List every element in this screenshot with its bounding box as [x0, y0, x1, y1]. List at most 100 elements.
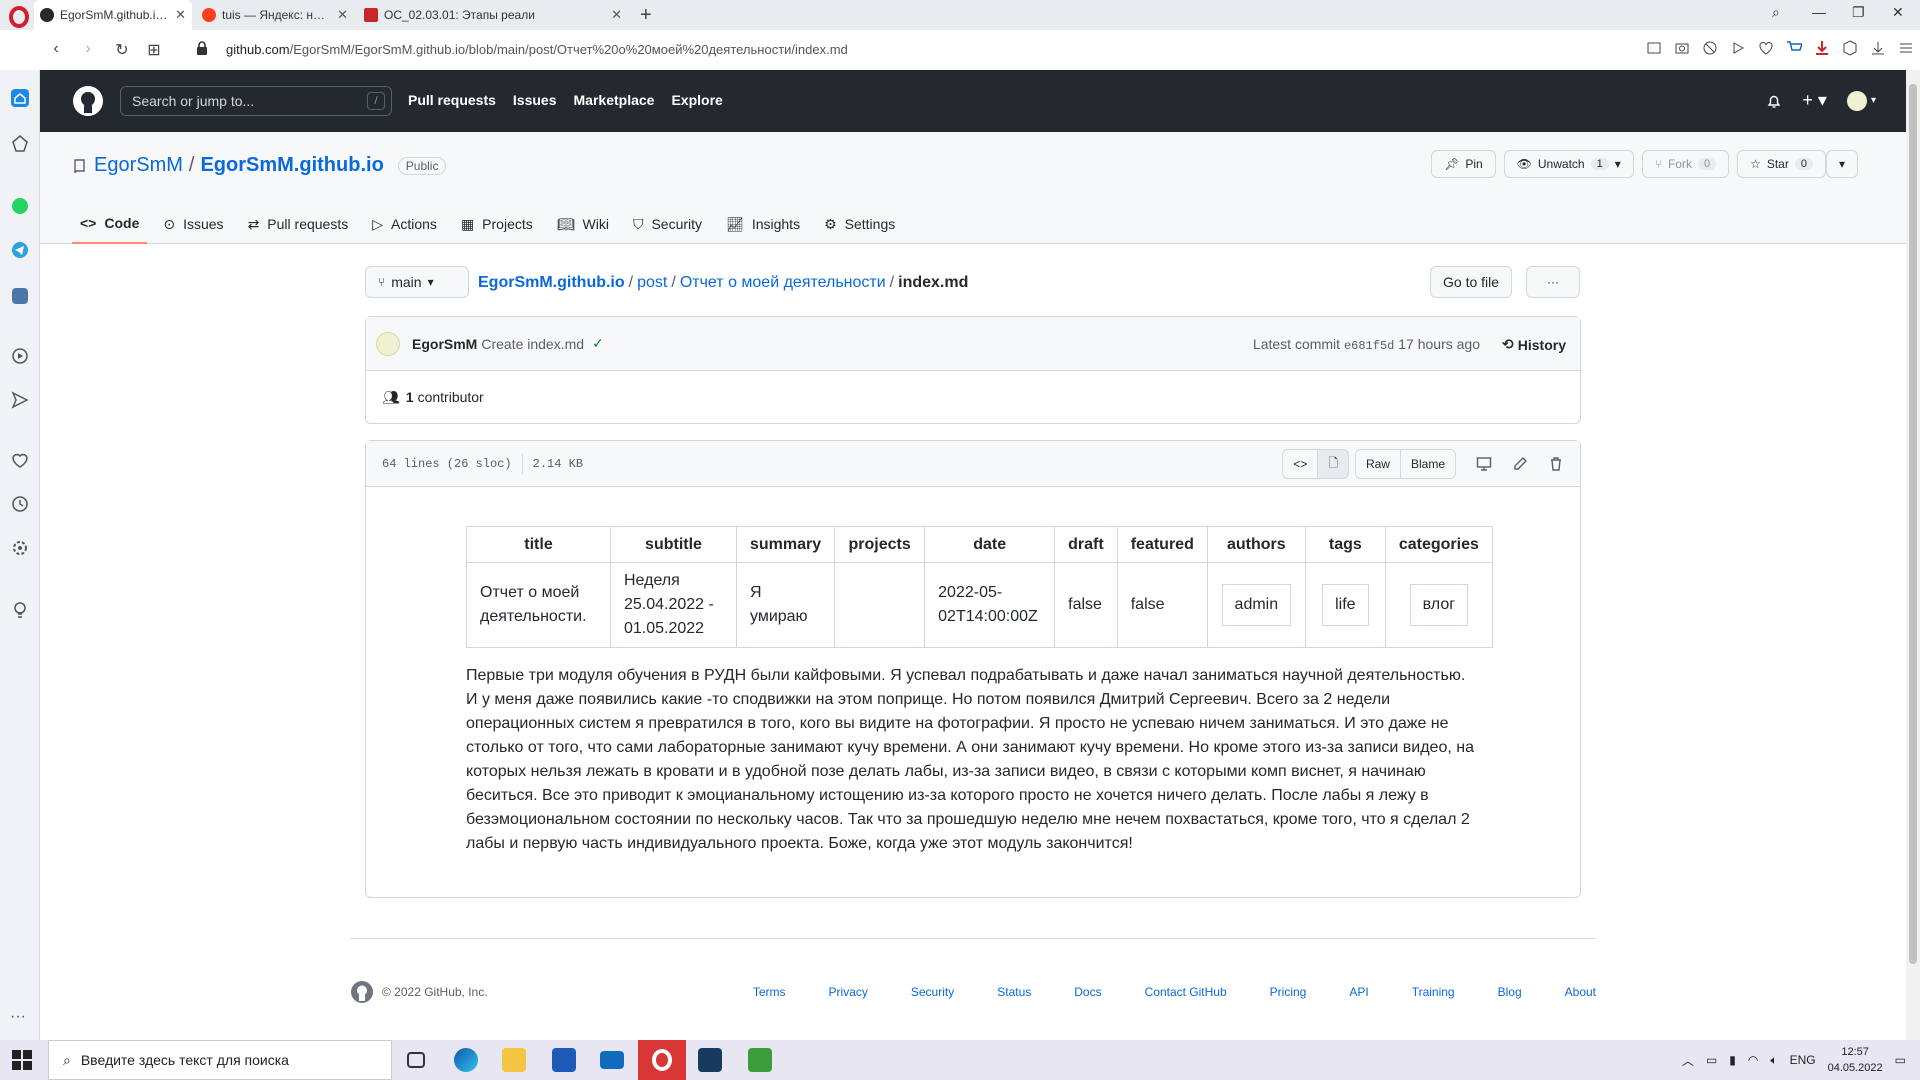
nav-marketplace[interactable]: Marketplace: [574, 92, 655, 108]
commit-author-link[interactable]: EgorSmM: [412, 336, 477, 352]
new-tab-icon[interactable]: +: [640, 4, 652, 27]
menu-icon[interactable]: [1898, 40, 1914, 56]
camera-icon[interactable]: [1674, 40, 1690, 56]
cube-icon[interactable]: [1842, 40, 1858, 56]
footer-link-training[interactable]: Training: [1412, 985, 1455, 999]
commit-message-link[interactable]: Create index.md: [481, 336, 584, 352]
tray-display-icon[interactable]: ▭: [1706, 1053, 1717, 1067]
speed-dial-icon[interactable]: [10, 134, 30, 154]
mail-icon[interactable]: [588, 1040, 636, 1080]
history-link[interactable]: ⟲ History: [1502, 336, 1566, 353]
tab-settings[interactable]: ⚙ Settings: [816, 204, 903, 244]
tab-insights[interactable]: 📈︎ Insights: [718, 204, 808, 244]
home-icon[interactable]: [10, 88, 30, 108]
tab-pull-requests[interactable]: ⇄ Pull requests: [240, 204, 357, 244]
footer-link-api[interactable]: API: [1349, 985, 1368, 999]
breadcrumb-post-link[interactable]: post: [637, 274, 667, 291]
taskbar-search-input[interactable]: ⌕ Введите здесь текст для поиска: [48, 1040, 392, 1080]
telegram-icon[interactable]: [10, 240, 30, 260]
terminal-icon[interactable]: [736, 1040, 784, 1080]
more-icon[interactable]: ···: [10, 1008, 26, 1026]
back-icon[interactable]: ‹: [40, 40, 72, 58]
avatar[interactable]: ▾: [1846, 90, 1876, 111]
github-logo-icon[interactable]: [72, 85, 104, 117]
wifi-icon[interactable]: ◠: [1748, 1053, 1758, 1067]
breadcrumb-folder-link[interactable]: Отчет о моей деятельности: [680, 274, 886, 291]
opera-taskbar-icon[interactable]: [638, 1040, 686, 1080]
footer-link-docs[interactable]: Docs: [1074, 985, 1101, 999]
history-clock-icon[interactable]: [10, 494, 30, 514]
fork-button[interactable]: ⑂ Fork 0: [1641, 150, 1730, 178]
footer-link-security[interactable]: Security: [911, 985, 954, 999]
contributors-row[interactable]: 👥︎ 1 contributor: [366, 371, 1580, 423]
play-icon[interactable]: [1730, 40, 1746, 56]
check-icon[interactable]: ✓: [592, 335, 604, 352]
heart-icon[interactable]: [1758, 40, 1774, 56]
footer-link-about[interactable]: About: [1565, 985, 1596, 999]
tray-chevron-icon[interactable]: ︿: [1682, 1052, 1694, 1069]
nav-issues[interactable]: Issues: [513, 92, 557, 108]
star-button[interactable]: ☆ Star 0: [1737, 150, 1826, 178]
store-icon[interactable]: [540, 1040, 588, 1080]
input-language[interactable]: ENG: [1790, 1053, 1816, 1067]
tab-os[interactable]: ОС_02.03.01: Этапы реали ✕: [358, 0, 628, 30]
commit-sha-link[interactable]: e681f5d: [1344, 339, 1394, 353]
close-tab-icon[interactable]: ✕: [337, 7, 348, 23]
footer-link-blog[interactable]: Blog: [1498, 985, 1522, 999]
nav-explore[interactable]: Explore: [671, 92, 722, 108]
whatsapp-icon[interactable]: [10, 196, 30, 216]
task-view-icon[interactable]: [392, 1040, 440, 1080]
blame-button[interactable]: Blame: [1399, 450, 1455, 478]
player-icon[interactable]: [10, 346, 30, 366]
repo-name-link[interactable]: EgorSmM.github.io: [200, 154, 383, 177]
edge-icon[interactable]: [442, 1040, 490, 1080]
close-tab-icon[interactable]: ✕: [611, 7, 622, 23]
volume-icon[interactable]: 🔈︎: [1770, 1053, 1777, 1068]
tab-projects[interactable]: ▦ Projects: [453, 204, 541, 244]
send-icon[interactable]: [10, 390, 30, 410]
bell-icon[interactable]: [1766, 93, 1782, 109]
close-tab-icon[interactable]: ✕: [175, 7, 186, 23]
search-input[interactable]: Search or jump to... /: [120, 86, 392, 116]
tab-actions[interactable]: ▷ Actions: [364, 204, 445, 244]
file-explorer-icon[interactable]: [490, 1040, 538, 1080]
notification-icon[interactable]: ▭: [1895, 1053, 1906, 1067]
restore-icon[interactable]: ❐: [1852, 4, 1865, 21]
nav-pull-requests[interactable]: Pull requests: [408, 92, 496, 108]
pencil-icon[interactable]: [1512, 456, 1528, 472]
footer-link-status[interactable]: Status: [997, 985, 1031, 999]
virtualbox-icon[interactable]: [686, 1040, 734, 1080]
avatar[interactable]: [376, 331, 400, 356]
go-to-file-button[interactable]: Go to file: [1430, 266, 1513, 298]
tab-security[interactable]: ⛉ Security: [625, 204, 710, 244]
lightbulb-icon[interactable]: [10, 600, 30, 620]
raw-button[interactable]: Raw: [1355, 450, 1400, 478]
tab-wiki[interactable]: 📖︎ Wiki: [549, 204, 617, 244]
scrollbar-thumb[interactable]: [1909, 84, 1917, 964]
tab-yandex[interactable]: tuis — Яндекс: нашлось 2 ✕: [196, 0, 354, 30]
reload-icon[interactable]: ↻: [106, 40, 138, 60]
desktop-icon[interactable]: [1476, 456, 1492, 472]
opera-logo-icon[interactable]: [8, 6, 30, 28]
tab-github[interactable]: EgorSmM.github.io/index.m ✕: [34, 0, 192, 30]
send-page-icon[interactable]: [1646, 40, 1662, 56]
tiles-icon[interactable]: ⊞: [138, 40, 170, 60]
settings-gear-icon[interactable]: [10, 538, 30, 558]
branch-selector[interactable]: ⑂ main ▾: [365, 266, 469, 298]
display-rendered-button[interactable]: 🗋︎: [1317, 450, 1348, 478]
footer-link-contact[interactable]: Contact GitHub: [1145, 985, 1227, 999]
more-options-button[interactable]: ···: [1526, 266, 1580, 298]
display-source-button[interactable]: <>: [1283, 450, 1318, 478]
bookmarks-heart-icon[interactable]: [10, 450, 30, 470]
tab-code[interactable]: <> Code: [72, 204, 148, 244]
vk-icon[interactable]: [10, 286, 30, 306]
close-window-icon[interactable]: ✕: [1892, 4, 1904, 21]
trash-icon[interactable]: [1548, 456, 1564, 472]
star-list-dropdown[interactable]: ▾: [1825, 150, 1858, 178]
battery-icon[interactable]: ▮: [1729, 1053, 1736, 1067]
adblock-icon[interactable]: [1702, 40, 1718, 56]
windows-start-icon[interactable]: [12, 1050, 32, 1070]
download-red-icon[interactable]: [1814, 40, 1830, 56]
clock[interactable]: 12:57 04.05.2022: [1828, 1044, 1883, 1076]
minimize-icon[interactable]: —: [1812, 4, 1826, 20]
